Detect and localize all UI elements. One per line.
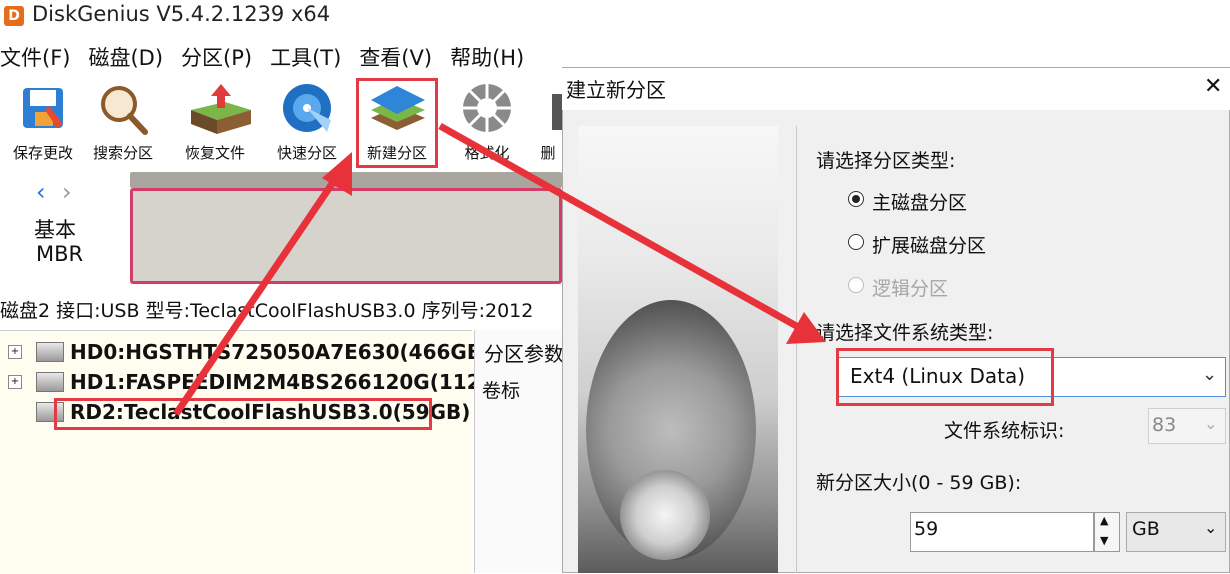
disk-spindle-image: [620, 470, 710, 560]
hard-disk-icon: [36, 342, 64, 362]
size-unit-value: GB: [1132, 518, 1160, 540]
fs-id-value: 83: [1152, 414, 1177, 436]
spin-up-icon[interactable]: ▲: [1100, 514, 1108, 527]
disk-basic-label: 基本: [34, 218, 76, 242]
expand-icon[interactable]: +: [8, 375, 22, 389]
menu-help[interactable]: 帮助(H): [450, 38, 526, 74]
recover-files-icon: [185, 80, 251, 138]
quick-partition-button[interactable]: 快速分区: [264, 80, 350, 163]
spin-down-icon[interactable]: ▼: [1100, 534, 1108, 547]
prev-disk-icon[interactable]: ‹: [36, 178, 46, 206]
menu-view[interactable]: 查看(V): [359, 38, 434, 74]
fs-type-highlight-box: [836, 348, 1054, 406]
primary-partition-radio[interactable]: [848, 191, 864, 207]
dialog-title: 建立新分区: [566, 78, 666, 102]
close-icon[interactable]: ✕: [1204, 74, 1222, 99]
chevron-down-icon[interactable]: ⌄: [1202, 364, 1217, 385]
new-partition-highlight-box: [356, 78, 438, 168]
logical-partition-label[interactable]: 逻辑分区: [872, 274, 948, 301]
volume-label-text: 卷标: [482, 380, 521, 402]
quick-partition-icon: [277, 80, 337, 138]
primary-partition-label[interactable]: 主磁盘分区: [872, 188, 967, 215]
menu-partition[interactable]: 分区(P): [181, 38, 254, 74]
disk-mbr-label: MBR: [36, 242, 84, 266]
search-partition-button[interactable]: 搜索分区: [80, 80, 166, 163]
expand-icon[interactable]: +: [8, 345, 22, 359]
window-title: DiskGenius V5.4.2.1239 x64: [32, 2, 331, 26]
hard-disk-icon: [36, 372, 64, 392]
format-icon: [457, 80, 517, 138]
menu-tools[interactable]: 工具(T): [270, 38, 343, 74]
rd2-highlight-box: [54, 398, 432, 430]
extended-partition-label[interactable]: 扩展磁盘分区: [872, 231, 986, 258]
save-changes-button[interactable]: 保存更改: [0, 80, 86, 163]
search-partition-label: 搜索分区: [92, 144, 153, 162]
quick-partition-label: 快速分区: [276, 144, 337, 162]
fs-id-label: 文件系统标识:: [944, 420, 1065, 442]
toolbar: 保存更改 搜索分区 恢复文件 快速分区 新建分区 格式化 删: [0, 76, 600, 168]
menu-file[interactable]: 文件(F): [0, 38, 72, 74]
recover-files-label: 恢复文件: [184, 144, 245, 162]
chevron-down-icon[interactable]: ⌄: [1204, 518, 1217, 537]
save-changes-icon: [13, 80, 73, 138]
search-partition-icon: [93, 80, 153, 138]
tree-item-hd0[interactable]: + HD0:HGSTHTS725050A7E630(466GB): [8, 340, 491, 364]
disk-info-line: 磁盘2 接口:USB 型号:TeclastCoolFlashUSB3.0 序列号…: [0, 300, 534, 322]
menu-disk[interactable]: 磁盘(D): [88, 38, 165, 74]
disk-tree: [0, 330, 472, 574]
logical-partition-radio[interactable]: [848, 277, 864, 293]
tree-item-label: HD0:HGSTHTS725050A7E630(466GB): [70, 340, 492, 364]
tree-item-label: HD1:FASPEEDIM2M4BS266120G(112G: [70, 370, 498, 394]
disk-bar-header: [130, 172, 562, 188]
fs-type-label: 请选择文件系统类型:: [816, 322, 994, 344]
partition-type-label: 请选择分区类型:: [816, 150, 956, 172]
chevron-down-icon: ⌄: [1204, 414, 1218, 433]
tree-item-hd1[interactable]: + HD1:FASPEEDIM2M4BS266120G(112G: [8, 370, 497, 394]
format-label: 格式化: [464, 144, 510, 162]
format-button[interactable]: 格式化: [444, 80, 530, 163]
disk-free-space-bar[interactable]: [130, 188, 562, 284]
menu-bar: 文件(F) 磁盘(D) 分区(P) 工具(T) 查看(V) 帮助(H): [0, 38, 526, 74]
next-disk-icon[interactable]: ›: [62, 178, 72, 206]
extended-partition-radio[interactable]: [848, 234, 864, 250]
partition-params-tab[interactable]: 分区参数: [484, 338, 564, 367]
dialog-divider: [796, 126, 797, 573]
save-changes-label: 保存更改: [12, 144, 73, 162]
size-value: 59: [914, 518, 939, 540]
size-label: 新分区大小(0 - 59 GB):: [816, 472, 1022, 494]
recover-files-button[interactable]: 恢复文件: [172, 80, 258, 163]
app-logo-icon: D: [4, 6, 24, 26]
